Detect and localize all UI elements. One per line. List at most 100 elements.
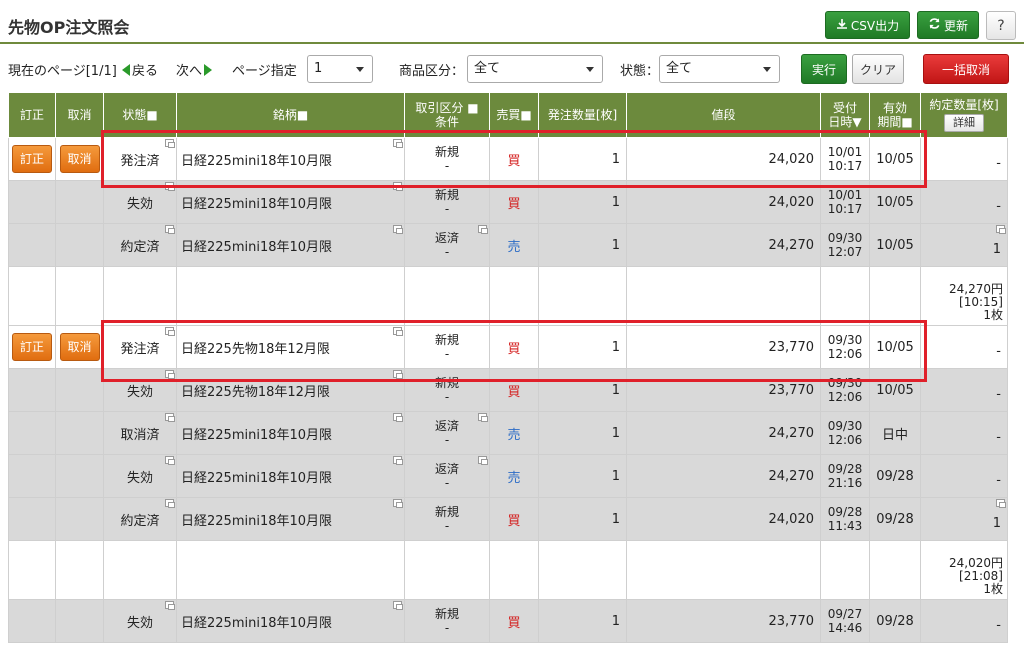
- next-page-label: 次へ: [176, 64, 203, 79]
- title-bar: 先物OP注文照会 CSV出力 更新 ?: [0, 0, 1024, 44]
- empty-cell: [820, 540, 870, 600]
- popup-window-icon[interactable]: [478, 456, 488, 465]
- popup-window-icon[interactable]: [165, 182, 175, 191]
- status-select[interactable]: 全て: [659, 55, 780, 83]
- status-cell: 発注済: [103, 137, 177, 181]
- condition-text: -: [444, 476, 450, 490]
- cancel-all-button[interactable]: 一括取消: [923, 54, 1009, 84]
- expiry-cell: 09/28: [869, 599, 921, 643]
- symbol-cell: 日経225mini18年10月限: [176, 180, 405, 224]
- expiry-text: 09/28: [876, 613, 914, 629]
- qty-cell: 1: [538, 454, 627, 498]
- cancel-button[interactable]: 取消: [59, 333, 100, 361]
- status-text: 約定済: [120, 239, 160, 255]
- cancel-button[interactable]: 取消: [59, 145, 100, 173]
- qty-text: 1: [611, 511, 620, 527]
- symbol-cell: 日経225mini18年10月限: [176, 411, 405, 455]
- prev-page-link[interactable]: 戻る: [122, 60, 158, 79]
- popup-window-icon[interactable]: [996, 499, 1006, 508]
- popup-window-icon[interactable]: [165, 327, 175, 336]
- popup-window-icon[interactable]: [165, 370, 175, 379]
- popup-window-icon[interactable]: [393, 601, 403, 610]
- popup-window-icon[interactable]: [996, 225, 1006, 234]
- popup-window-icon[interactable]: [393, 225, 403, 234]
- popup-window-icon[interactable]: [165, 413, 175, 422]
- price-cell: 23,770: [626, 599, 821, 643]
- execution-summary: 24,270円 [10:15] 1枚: [920, 266, 1008, 326]
- help-button[interactable]: ?: [986, 11, 1016, 40]
- col-received[interactable]: 受付 日時▼: [820, 92, 870, 138]
- popup-window-icon[interactable]: [393, 182, 403, 191]
- col-filled-qty-label: 約定数量[枚]: [929, 98, 999, 112]
- refresh-button[interactable]: 更新: [917, 11, 979, 39]
- popup-window-icon[interactable]: [165, 601, 175, 610]
- prev-page-label: 戻る: [132, 64, 159, 79]
- exec-qty: 1枚: [983, 308, 1003, 322]
- empty-cell: [869, 540, 921, 600]
- popup-window-icon[interactable]: [165, 139, 175, 148]
- csv-export-button[interactable]: CSV出力: [825, 11, 910, 39]
- col-price: 値段: [626, 92, 821, 138]
- correct-button[interactable]: 訂正: [12, 333, 52, 361]
- qty-cell: 1: [538, 411, 627, 455]
- side-text: 買: [507, 341, 521, 357]
- status-cell: 取消済: [103, 411, 177, 455]
- next-page-link[interactable]: 次へ: [176, 60, 213, 79]
- popup-window-icon[interactable]: [393, 139, 403, 148]
- popup-window-icon[interactable]: [393, 413, 403, 422]
- cancel-cell: 取消: [55, 137, 104, 181]
- expiry-text: 10/05: [876, 194, 914, 210]
- correct-cell: 訂正: [8, 137, 56, 181]
- page-select[interactable]: 1: [307, 55, 373, 83]
- trade-type-cell: 返済 -: [404, 454, 490, 498]
- empty-cell: [176, 540, 405, 600]
- col-expiry[interactable]: 有効 期間■: [869, 92, 921, 138]
- correct-button[interactable]: 訂正: [12, 145, 52, 173]
- side-cell: 買: [489, 368, 539, 412]
- condition-text: -: [444, 159, 450, 173]
- trade-type-text: 新規: [434, 376, 459, 390]
- empty-cell: [8, 540, 56, 600]
- product-select[interactable]: 全て: [467, 55, 603, 83]
- orders-table: 訂正 取消 状態■ 銘柄■ 取引区分 ■ 条件 売買■ 発注数量[枚] 値段 受…: [8, 92, 1008, 643]
- symbol-text: 日経225先物18年12月限: [181, 341, 330, 357]
- col-status[interactable]: 状態■: [103, 92, 177, 138]
- symbol-text: 日経225mini18年10月限: [181, 470, 333, 486]
- correct-cell: [8, 223, 56, 267]
- popup-window-icon[interactable]: [165, 499, 175, 508]
- popup-window-icon[interactable]: [478, 413, 488, 422]
- price-text: 24,020: [768, 194, 815, 210]
- side-cell: 売: [489, 223, 539, 267]
- expiry-text: 10/05: [876, 237, 914, 253]
- col-side[interactable]: 売買■: [489, 92, 539, 138]
- popup-window-icon[interactable]: [165, 456, 175, 465]
- popup-window-icon[interactable]: [393, 499, 403, 508]
- status-text: 発注済: [120, 153, 160, 169]
- col-trade-type[interactable]: 取引区分 ■ 条件: [404, 92, 490, 138]
- expiry-text: 日中: [881, 427, 908, 443]
- execute-button[interactable]: 実行: [801, 54, 847, 84]
- qty-cell: 1: [538, 325, 627, 369]
- execution-summary-row: 24,020円 [21:08] 1枚: [8, 540, 1008, 600]
- col-symbol[interactable]: 銘柄■: [176, 92, 405, 138]
- popup-window-icon[interactable]: [393, 456, 403, 465]
- side-text: 買: [507, 513, 521, 529]
- col-filled-qty: 約定数量[枚] 詳細: [920, 92, 1008, 138]
- qty-cell: 1: [538, 497, 627, 541]
- product-label: 商品区分：: [399, 64, 465, 79]
- table-row: 訂正 取消 発注済 日経225先物18年12月限 新規 - 買 1 23,770 09/30 12:…: [8, 325, 1008, 369]
- popup-window-icon[interactable]: [165, 225, 175, 234]
- arrow-right-icon: [204, 63, 213, 76]
- popup-window-icon[interactable]: [393, 370, 403, 379]
- popup-window-icon[interactable]: [393, 327, 403, 336]
- detail-button[interactable]: 詳細: [944, 114, 984, 132]
- price-cell: 23,770: [626, 368, 821, 412]
- popup-window-icon[interactable]: [478, 225, 488, 234]
- col-correct: 訂正: [8, 92, 56, 138]
- status-text: 失効: [126, 615, 153, 631]
- status-cell: 失効: [103, 454, 177, 498]
- expiry-text: 10/05: [876, 339, 914, 355]
- table-row: 失効 日経225先物18年12月限 新規 - 買 1 23,770 09/30 12:06 10/…: [8, 368, 1008, 412]
- symbol-cell: 日経225mini18年10月限: [176, 599, 405, 643]
- clear-button[interactable]: クリア: [852, 54, 904, 84]
